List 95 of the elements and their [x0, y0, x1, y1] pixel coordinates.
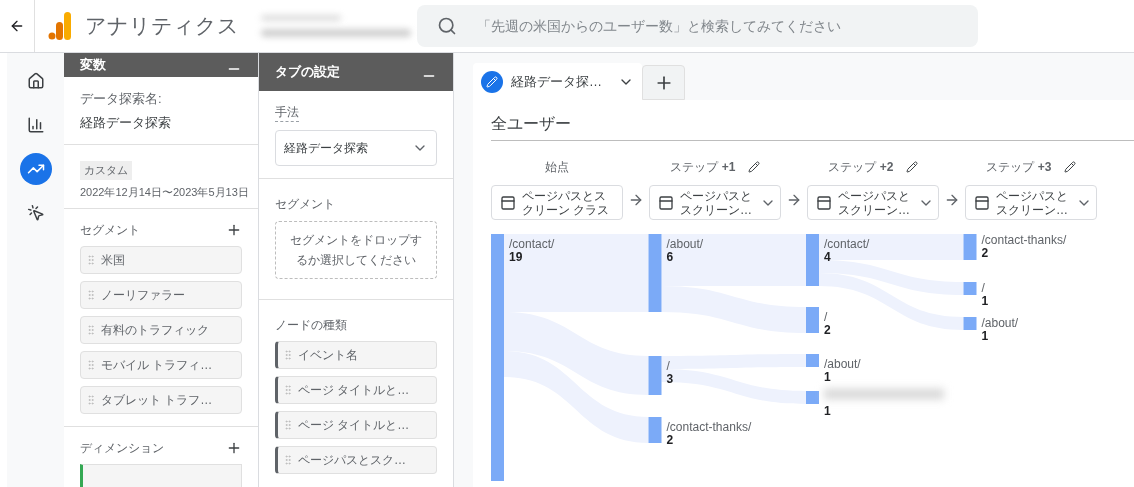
- dimension-selector[interactable]: ページパスとスクリーン…: [649, 185, 781, 220]
- date-badge: カスタム: [80, 161, 132, 180]
- node-bar[interactable]: [491, 234, 504, 481]
- drag-handle-icon[interactable]: [85, 394, 97, 406]
- drag-handle-icon[interactable]: [85, 254, 97, 266]
- chip-label: 米国: [101, 252, 125, 269]
- back-icon[interactable]: [9, 18, 25, 34]
- node-value: 1: [981, 330, 990, 343]
- step-header: ステップ +3: [986, 159, 1052, 176]
- drag-handle-icon[interactable]: [282, 349, 294, 361]
- panel-title: 変数: [80, 56, 106, 75]
- drag-handle-icon[interactable]: [282, 454, 294, 466]
- node-value: 2: [824, 324, 831, 337]
- node-value: 4: [824, 251, 832, 264]
- node-bar[interactable]: [806, 391, 819, 404]
- table-icon: [658, 194, 674, 211]
- segment-chip[interactable]: 有料のトラフィック: [80, 316, 242, 344]
- node-value: 1: [824, 405, 832, 418]
- drag-handle-icon[interactable]: [282, 419, 294, 431]
- drag-handle-icon[interactable]: [85, 324, 97, 336]
- panel-title: タブの設定: [275, 63, 340, 82]
- chip-label: 有料のトラフィック: [101, 322, 209, 339]
- node-value: 2: [981, 247, 990, 260]
- exploration-name[interactable]: 経路データ探索: [80, 112, 242, 132]
- chip-label: ノーリファラー: [101, 287, 185, 304]
- node-label: /contact-thanks/: [981, 234, 1067, 247]
- node-label: /contact/: [824, 238, 870, 251]
- node-label: /about/: [824, 358, 861, 371]
- node-value: 1: [981, 295, 989, 308]
- node-type-chip[interactable]: ページパスとスク…: [275, 446, 437, 474]
- node-type-chip[interactable]: ページ タイトルと…: [275, 411, 437, 439]
- chip-label: モバイル トラフィ…: [101, 357, 213, 374]
- technique-dropdown[interactable]: 経路データ探索: [275, 130, 437, 166]
- section-heading: ノードの種類: [275, 317, 348, 334]
- chip-label: ページ タイトルと…: [298, 382, 410, 399]
- dimension-chip[interactable]: [80, 464, 242, 487]
- chip-label: ページ タイトルと…: [298, 417, 410, 434]
- step-header: ステップ +2: [828, 159, 894, 176]
- node-type-chip[interactable]: イベント名: [275, 341, 437, 369]
- node-type-chip[interactable]: ページ タイトルと…: [275, 376, 437, 404]
- node-label: /contact-thanks/: [666, 421, 752, 434]
- table-icon: [816, 194, 832, 211]
- chip-label: タブレット トラフ…: [101, 392, 213, 409]
- node-label: /contact/: [509, 238, 555, 251]
- node-value: 1: [824, 371, 832, 384]
- section-heading: ディメンション: [80, 440, 164, 457]
- step-header: ステップ +1: [670, 159, 736, 176]
- trend-chart-icon[interactable]: [19, 153, 52, 185]
- table-icon: [974, 194, 990, 211]
- segment-chip[interactable]: 米国: [80, 246, 242, 274]
- date-range[interactable]: 2022年12月14日〜2023年5月13日: [80, 183, 249, 200]
- node-value: 19: [509, 251, 524, 264]
- node-value: 6: [666, 251, 675, 264]
- search-icon: [437, 16, 457, 36]
- search-field[interactable]: 「先週の米国からのユーザー数」と検索してみてください: [417, 5, 978, 47]
- search-input[interactable]: 「先週の米国からのユーザー数」と検索してみてください: [477, 15, 958, 37]
- field-label: データ探索名:: [80, 90, 163, 108]
- edit-icon[interactable]: [905, 161, 918, 173]
- edit-icon: [481, 70, 503, 93]
- add-icon[interactable]: [226, 222, 242, 238]
- add-tab-button[interactable]: [642, 65, 685, 100]
- table-icon: [500, 194, 516, 211]
- node-label: /: [981, 282, 986, 295]
- segment-chip[interactable]: タブレット トラフ…: [80, 386, 242, 414]
- section-heading: セグメント: [275, 196, 336, 213]
- node-label: /: [824, 311, 829, 324]
- chip-label: イベント名: [298, 347, 358, 364]
- add-icon[interactable]: [226, 440, 242, 456]
- node-label: /: [666, 360, 671, 373]
- drag-handle-icon[interactable]: [85, 289, 97, 301]
- app-title: アナリティクス: [85, 13, 239, 40]
- segment-chip[interactable]: ノーリファラー: [80, 281, 242, 309]
- node-value: 2: [666, 434, 675, 447]
- edit-icon[interactable]: [747, 161, 760, 173]
- dimension-selector[interactable]: ページパスとスクリーン…: [965, 185, 1097, 220]
- dimension-selector[interactable]: ページパスとスクリーン クラス: [491, 185, 623, 220]
- node-bar[interactable]: [806, 307, 819, 333]
- section-heading: セグメント: [80, 222, 140, 239]
- segment-chip[interactable]: モバイル トラフィ…: [80, 351, 242, 379]
- segment-drop-zone[interactable]: セグメントをドロップするか選択してください: [275, 221, 437, 279]
- dimension-selector[interactable]: ページパスとスクリーン…: [807, 185, 939, 220]
- node-label: /about/: [666, 238, 704, 251]
- field-label: 手法: [275, 103, 299, 122]
- node-bar[interactable]: [806, 354, 819, 367]
- drag-handle-icon[interactable]: [85, 359, 97, 371]
- drag-handle-icon[interactable]: [282, 384, 294, 396]
- node-label: /about/: [981, 317, 1019, 330]
- node-bar[interactable]: [806, 234, 819, 286]
- step-header: 始点: [545, 159, 569, 176]
- analytics-logo-icon: [48, 12, 72, 40]
- node-value: 3: [666, 373, 674, 386]
- segment-title: 全ユーザー: [491, 112, 1134, 141]
- chip-label: ページパスとスク…: [298, 452, 406, 469]
- exploration-tab[interactable]: 経路データ探…: [473, 63, 642, 100]
- edit-icon[interactable]: [1063, 161, 1076, 173]
